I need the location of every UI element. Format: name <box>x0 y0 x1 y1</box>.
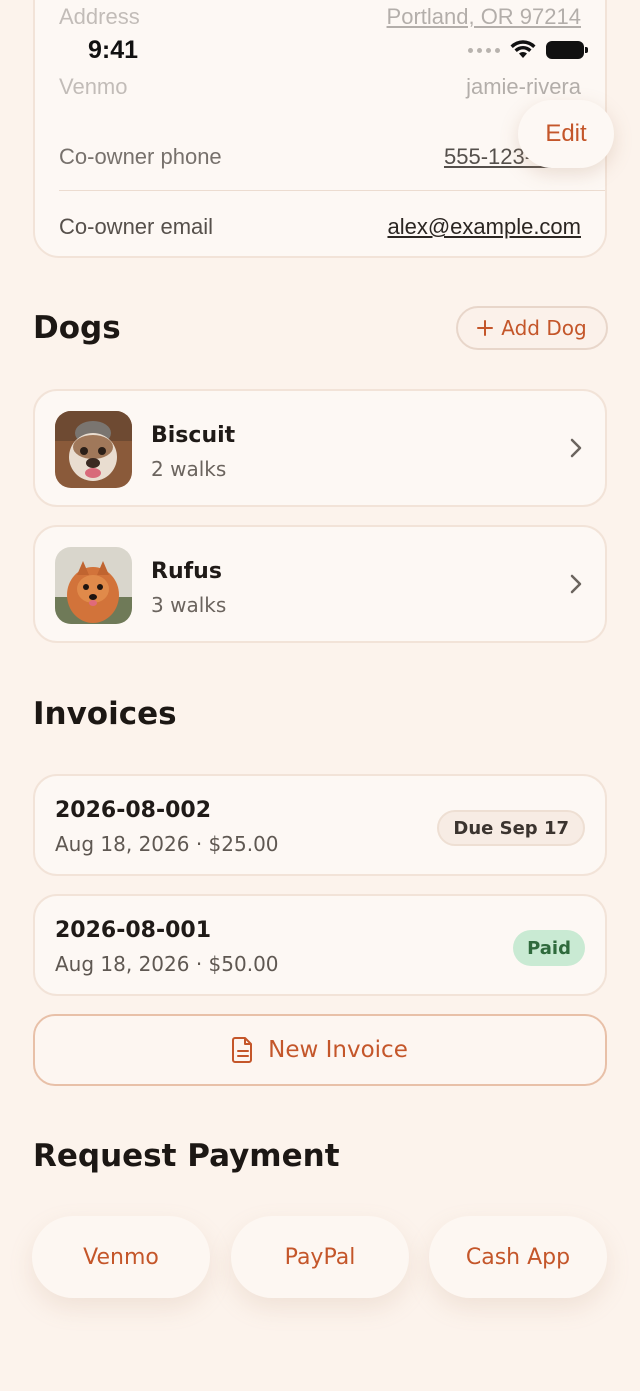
dog-card[interactable]: Rufus 3 walks <box>33 525 607 643</box>
dog-walk-count: 2 walks <box>151 457 227 481</box>
invoices-section-title: Invoices <box>33 696 177 732</box>
cash-app-button[interactable]: Cash App <box>429 1216 607 1298</box>
status-badge: Paid <box>513 930 585 966</box>
battery-icon <box>546 41 588 59</box>
chevron-right-icon <box>570 574 582 594</box>
invoice-card[interactable]: 2026-08-002 Aug 18, 2026 · $25.00 Due Se… <box>33 774 607 876</box>
dog-walk-count: 3 walks <box>151 593 227 617</box>
invoice-meta: Aug 18, 2026 · $50.00 <box>55 952 279 976</box>
request-payment-title: Request Payment <box>33 1138 340 1174</box>
paypal-button[interactable]: PayPal <box>231 1216 409 1298</box>
edit-button[interactable]: Edit <box>518 100 614 168</box>
dog-name: Rufus <box>151 559 222 584</box>
wifi-icon <box>510 40 536 58</box>
invoice-number: 2026-08-001 <box>55 918 212 943</box>
dogs-section-title: Dogs <box>33 310 121 346</box>
add-dog-label: Add Dog <box>501 316 587 340</box>
plus-icon <box>477 320 494 336</box>
dog-card[interactable]: Biscuit 2 walks <box>33 389 607 507</box>
info-label: Co-owner email <box>59 214 214 239</box>
chevron-right-icon <box>570 438 582 458</box>
invoice-number: 2026-08-002 <box>55 798 212 823</box>
venmo-button[interactable]: Venmo <box>32 1216 210 1298</box>
info-row-coowner-phone: Co-owner phone 555-123-4567 <box>59 122 581 192</box>
dog-name: Biscuit <box>151 423 236 448</box>
invoice-meta: Aug 18, 2026 · $25.00 <box>55 832 279 856</box>
dog-photo <box>55 547 132 624</box>
dog-photo <box>55 411 132 488</box>
info-value[interactable]: alex@example.com <box>387 214 581 240</box>
status-icons <box>468 40 588 60</box>
status-time: 9:41 <box>88 36 139 64</box>
info-label: Co-owner phone <box>59 144 222 169</box>
status-badge: Due Sep 17 <box>437 810 585 846</box>
document-icon <box>232 1037 253 1063</box>
divider <box>59 190 605 191</box>
add-dog-button[interactable]: Add Dog <box>456 306 608 350</box>
info-row-coowner-email: Co-owner email alex@example.com <box>59 192 581 262</box>
new-invoice-button[interactable]: New Invoice <box>33 1014 607 1086</box>
signal-icon <box>468 47 500 53</box>
invoice-card[interactable]: 2026-08-001 Aug 18, 2026 · $50.00 Paid <box>33 894 607 996</box>
new-invoice-label: New Invoice <box>268 1037 408 1063</box>
status-bar: 9:41 <box>0 0 640 100</box>
